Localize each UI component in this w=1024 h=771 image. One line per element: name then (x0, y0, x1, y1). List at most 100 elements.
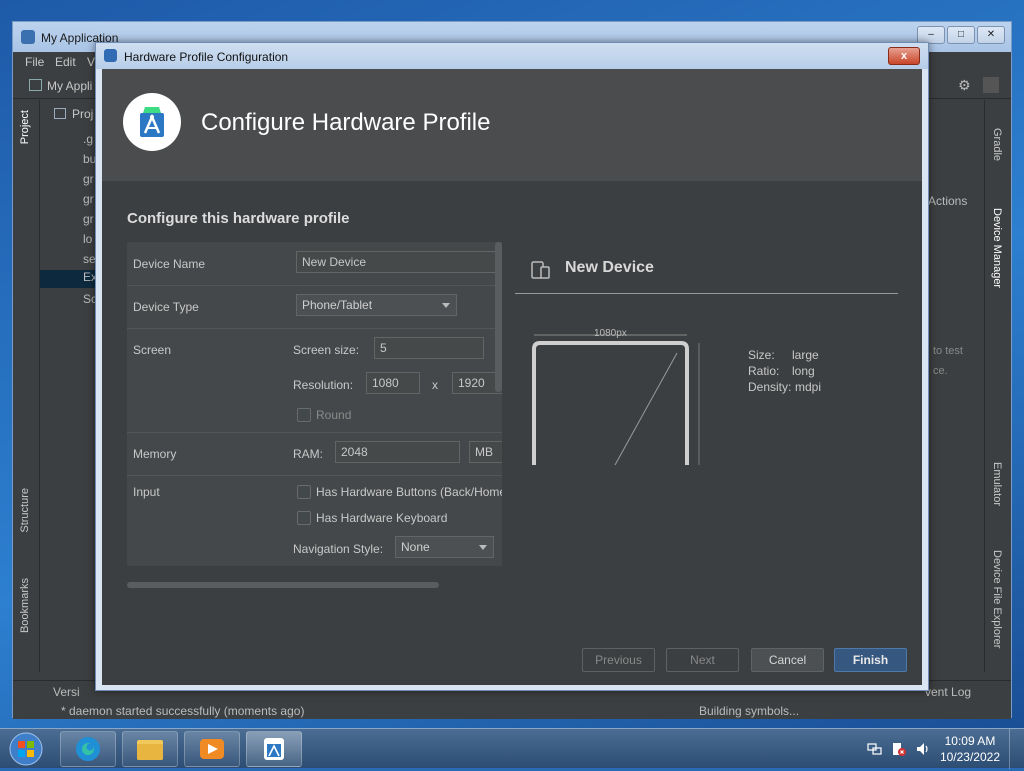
volume-icon[interactable] (915, 741, 931, 757)
network-icon[interactable] (867, 741, 883, 757)
left-tool-strip: Project Structure Bookmarks (13, 100, 40, 672)
android-studio-icon (264, 738, 284, 760)
navigation-style-value: None (401, 540, 430, 554)
hardware-buttons-checkbox[interactable] (297, 485, 311, 499)
device-preview-graphic (532, 334, 700, 466)
tab-device-manager[interactable]: Device Manager (991, 208, 1003, 288)
module-icon (29, 79, 42, 91)
finish-button[interactable]: Finish (834, 648, 907, 672)
chevron-down-icon (442, 303, 450, 308)
taskbar-file-explorer[interactable] (122, 731, 178, 767)
divider (127, 432, 502, 433)
round-checkbox[interactable] (297, 408, 311, 422)
tree-item[interactable]: gr (83, 172, 94, 190)
form-vertical-scrollbar[interactable] (495, 242, 502, 392)
density-value: mdpi (795, 380, 822, 394)
tab-project[interactable]: Project (19, 110, 31, 144)
resolution-label: Resolution: (293, 378, 354, 392)
next-button[interactable]: Next (666, 648, 739, 672)
resolution-width-input[interactable]: 1080 (366, 372, 420, 394)
resolution-separator: x (432, 378, 438, 392)
status-progress: Building symbols... (699, 704, 800, 718)
navigation-style-select[interactable]: None (395, 536, 494, 558)
ratio-label: Ratio: (748, 364, 780, 378)
tree-item[interactable]: se (83, 252, 96, 270)
tab-device-file-explorer[interactable]: Device File Explorer (991, 550, 1003, 648)
tab-event-log[interactable]: vent Log (925, 685, 971, 699)
start-button[interactable] (4, 730, 48, 768)
tab-version-control[interactable]: Versi (53, 685, 80, 699)
hint-text: ce. (933, 365, 948, 377)
divider (127, 328, 502, 329)
menu-view[interactable]: V (87, 55, 95, 69)
size-value: large (792, 348, 819, 362)
screen-label: Screen (133, 343, 172, 357)
hardware-keyboard-label: Has Hardware Keyboard (316, 511, 448, 525)
device-type-label: Device Type (133, 300, 199, 314)
hardware-buttons-label: Has Hardware Buttons (Back/Home (316, 485, 502, 499)
tree-item[interactable]: lo (83, 232, 92, 250)
preview-width-label: 1080px (594, 328, 627, 339)
tree-item[interactable]: gr (83, 212, 94, 230)
divider (515, 293, 898, 294)
header-title: Configure Hardware Profile (201, 109, 491, 136)
device-type-select[interactable]: Phone/Tablet (296, 294, 457, 316)
tab-bookmarks[interactable]: Bookmarks (19, 578, 31, 633)
clock-time: 10:09 AM (944, 734, 996, 748)
ram-unit-select[interactable]: MB (469, 441, 502, 463)
device-name-input[interactable]: New Device (296, 251, 502, 273)
form-horizontal-scrollbar[interactable] (127, 582, 439, 588)
device-name-label: Device Name (133, 257, 206, 271)
input-label: Input (133, 485, 160, 499)
tab-emulator[interactable]: Emulator (991, 462, 1003, 506)
action-center-icon[interactable] (891, 741, 907, 757)
close-button[interactable]: ✕ (977, 26, 1005, 44)
cancel-button[interactable]: Cancel (751, 648, 824, 672)
memory-label: Memory (133, 447, 177, 461)
gear-icon[interactable]: ⚙ (958, 77, 971, 94)
dialog-header: Configure Hardware Profile (102, 69, 922, 181)
navigation-style-label: Navigation Style: (293, 542, 384, 556)
taskbar-android-studio[interactable] (246, 731, 302, 767)
nav-project-name[interactable]: My Appli (47, 79, 92, 93)
taskbar: 10:09 AM 10/23/2022 (0, 728, 1024, 769)
folder-icon (137, 740, 163, 760)
right-tool-strip: Gradle Device Manager Emulator Device Fi… (984, 100, 1011, 672)
tree-item[interactable]: .g (83, 132, 93, 150)
dialog-titlebar[interactable]: Hardware Profile Configuration x (96, 43, 928, 69)
dialog-body: Configure Hardware Profile Configure thi… (102, 69, 922, 685)
taskbar-media-player[interactable] (184, 731, 240, 767)
divider (127, 285, 502, 286)
round-label: Round (316, 408, 352, 422)
hardware-profile-dialog: Hardware Profile Configuration x Configu… (95, 42, 929, 691)
density-label: Density: (748, 380, 792, 394)
folder-icon (54, 108, 66, 119)
tab-gradle[interactable]: Gradle (991, 128, 1003, 161)
menu-edit[interactable]: Edit (55, 55, 76, 69)
menu-file[interactable]: File (25, 55, 44, 69)
show-desktop-button[interactable] (1009, 729, 1024, 769)
project-header[interactable]: Proj (72, 107, 93, 121)
hint-text: to test (933, 345, 963, 357)
windows-logo-icon (9, 732, 43, 766)
media-player-icon (200, 739, 224, 759)
ratio-value: long (792, 364, 815, 378)
actions-column-header: Actions (928, 194, 968, 208)
hardware-keyboard-checkbox[interactable] (297, 511, 311, 525)
maximize-button[interactable]: □ (947, 26, 975, 44)
device-type-value: Phone/Tablet (302, 298, 373, 312)
divider (127, 475, 502, 476)
taskbar-edge[interactable] (60, 731, 116, 767)
hardware-form-panel: Device Name New Device Device Type Phone… (127, 242, 502, 566)
previous-button[interactable]: Previous (582, 648, 655, 672)
ram-input[interactable]: 2048 (335, 441, 460, 463)
chevron-down-icon (479, 545, 487, 550)
tree-item[interactable]: gr (83, 192, 94, 210)
clock[interactable]: 10:09 AM 10/23/2022 (940, 733, 1000, 765)
screen-size-input[interactable]: 5 (374, 337, 484, 359)
tab-structure[interactable]: Structure (19, 488, 31, 533)
dialog-title: Hardware Profile Configuration (124, 50, 289, 64)
close-button[interactable]: x (888, 47, 920, 65)
edge-icon (76, 737, 100, 761)
layout-icon[interactable] (983, 77, 999, 93)
